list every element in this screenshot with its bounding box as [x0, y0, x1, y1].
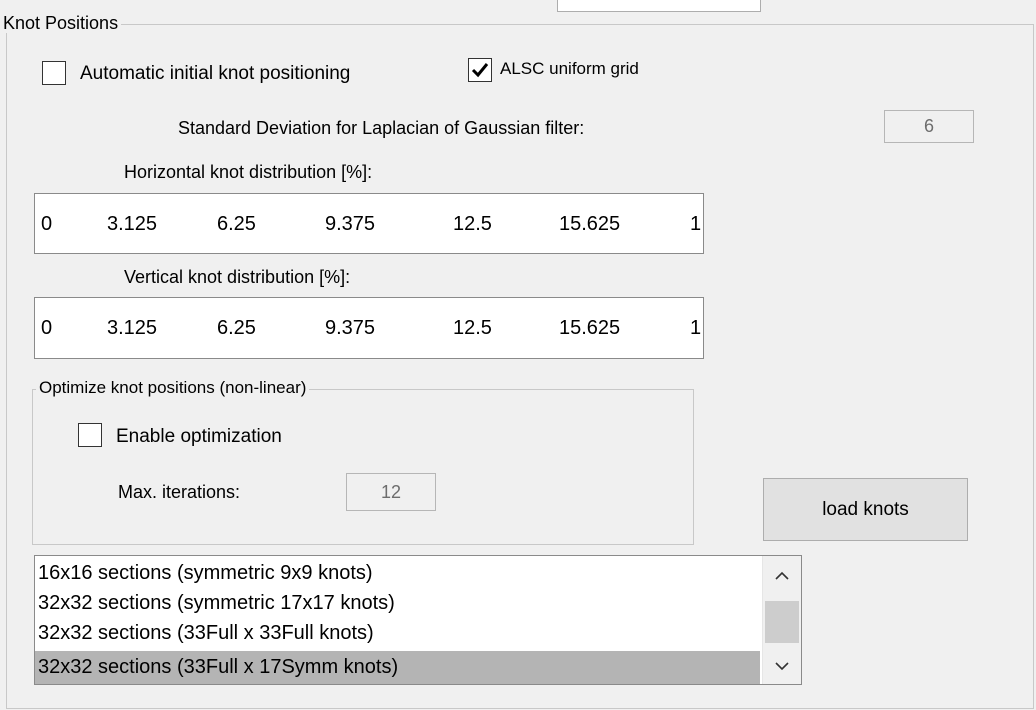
horizontal-value: 3.125 [107, 213, 158, 235]
horizontal-value: 6.25 [217, 213, 256, 235]
std-dev-field[interactable]: 6 [884, 110, 974, 143]
vertical-value: 3.125 [107, 317, 158, 339]
enable-optimization-checkbox[interactable] [78, 423, 102, 447]
vertical-value: 1 [690, 317, 702, 339]
list-scrollbar[interactable] [762, 556, 801, 684]
enable-optimization-label: Enable optimization [116, 426, 282, 447]
vertical-value: 6.25 [217, 317, 256, 339]
auto-initial-knot-checkbox[interactable] [42, 61, 66, 85]
optimize-group-label: Optimize knot positions (non-linear) [36, 378, 310, 398]
top-input-partial[interactable] [557, 0, 761, 12]
scroll-down-button[interactable] [765, 650, 799, 682]
horizontal-distribution-label: Horizontal knot distribution [%]: [124, 162, 373, 182]
list-item[interactable]: 16x16 sections (symmetric 9x9 knots) [35, 559, 760, 588]
checkmark-icon [471, 63, 489, 78]
chevron-up-icon [775, 571, 789, 580]
scrollbar-thumb[interactable] [765, 601, 799, 643]
vertical-value: 15.625 [559, 317, 621, 339]
load-knots-button[interactable]: load knots [763, 478, 968, 541]
scroll-up-button[interactable] [765, 560, 799, 592]
vertical-distribution-label: Vertical knot distribution [%]: [124, 267, 351, 287]
horizontal-value: 9.375 [325, 213, 376, 235]
max-iterations-field[interactable]: 12 [346, 473, 436, 511]
alsc-uniform-grid-checkbox[interactable] [468, 58, 492, 82]
sections-listbox[interactable]: 16x16 sections (symmetric 9x9 knots) 32x… [34, 555, 802, 685]
list-item[interactable]: 32x32 sections (33Full x 33Full knots) [35, 619, 760, 648]
horizontal-value: 15.625 [559, 213, 621, 235]
optimize-group [32, 389, 694, 545]
alsc-uniform-grid-label: ALSC uniform grid [500, 59, 639, 78]
vertical-value: 12.5 [453, 317, 492, 339]
auto-initial-knot-label: Automatic initial knot positioning [80, 63, 351, 84]
vertical-distribution-field[interactable]: 0 3.125 6.25 9.375 12.5 15.625 1 [34, 297, 704, 359]
std-dev-label: Standard Deviation for Laplacian of Gaus… [178, 118, 585, 138]
chevron-down-icon [775, 662, 789, 671]
horizontal-value: 0 [41, 213, 53, 235]
list-item[interactable]: 32x32 sections (symmetric 17x17 knots) [35, 589, 760, 618]
vertical-value: 9.375 [325, 317, 376, 339]
horizontal-value: 12.5 [453, 213, 492, 235]
vertical-value: 0 [41, 317, 53, 339]
horizontal-value: 1 [690, 213, 702, 235]
list-item-selected[interactable]: 32x32 sections (33Full x 17Symm knots) [35, 651, 760, 684]
horizontal-distribution-field[interactable]: 0 3.125 6.25 9.375 12.5 15.625 1 [34, 193, 704, 254]
max-iterations-label: Max. iterations: [118, 482, 241, 502]
knot-positions-group-label: Knot Positions [0, 13, 122, 33]
